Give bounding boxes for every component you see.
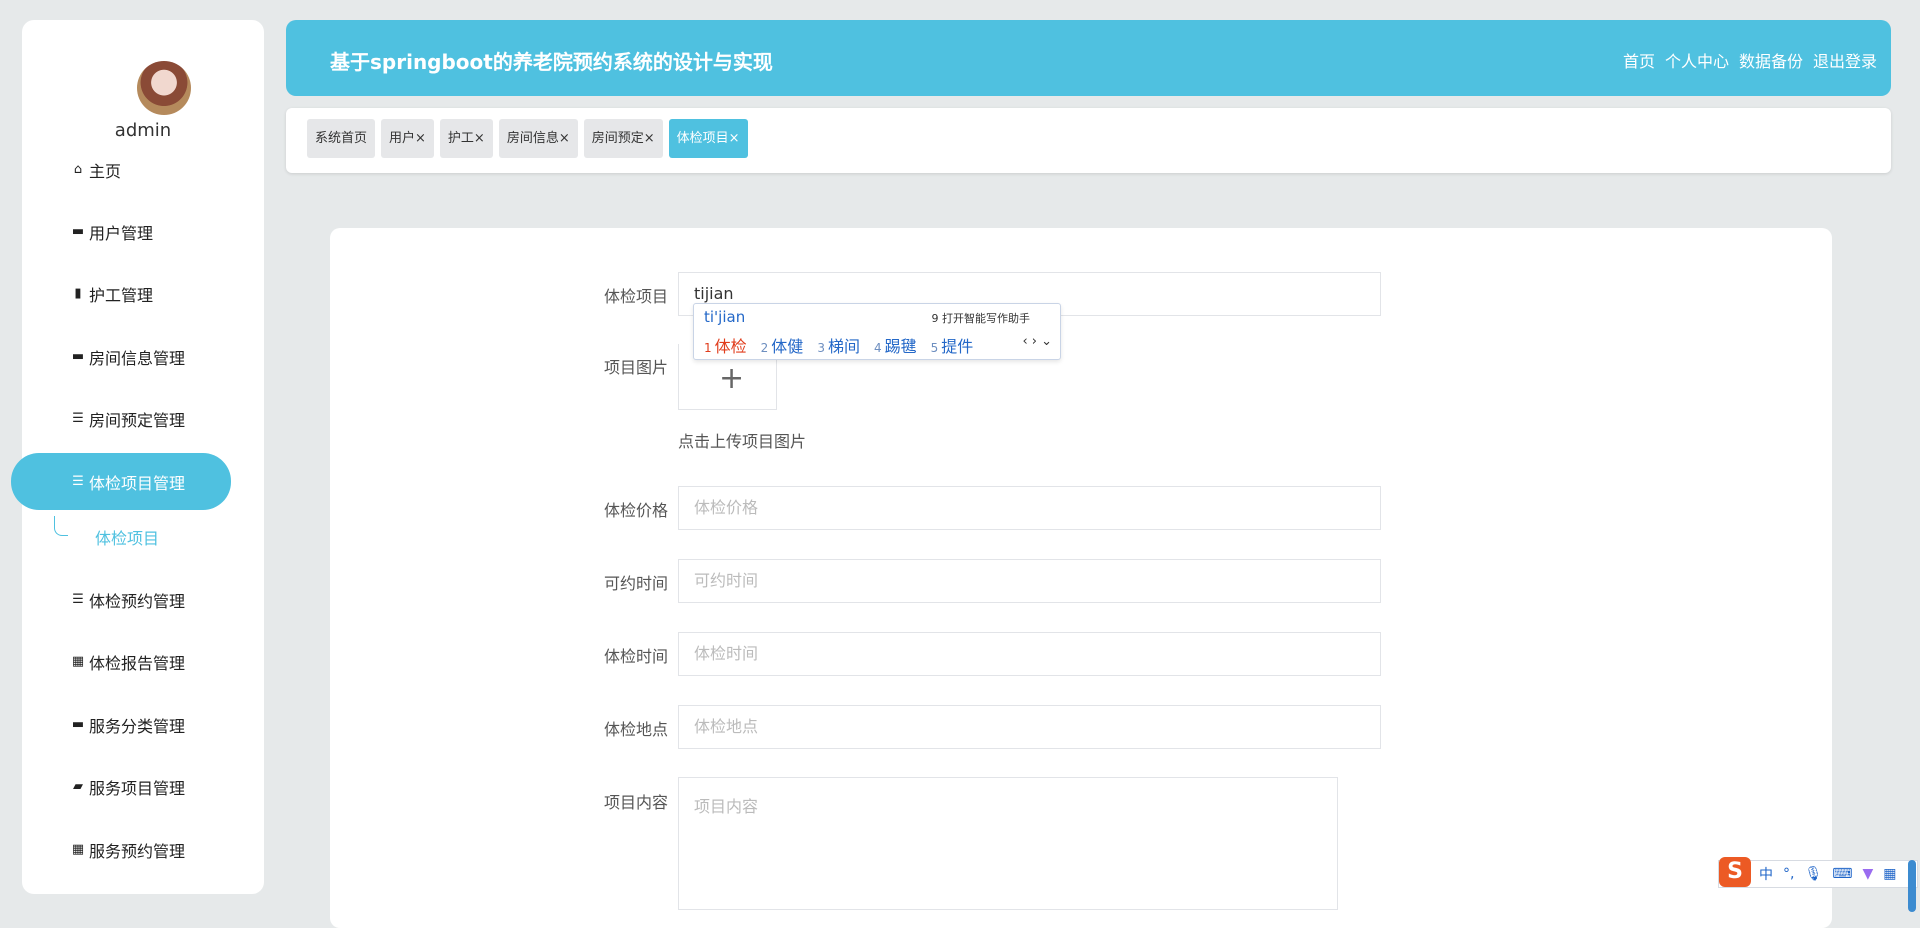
- avatar[interactable]: [137, 61, 191, 115]
- nav-backup[interactable]: 数据备份: [1739, 48, 1803, 72]
- tab-room-booking[interactable]: 房间预定×: [583, 119, 663, 158]
- grid-icon[interactable]: ▦: [1883, 866, 1896, 882]
- sidebar-item-2[interactable]: ▮ 护工管理: [5, 265, 253, 322]
- nav-profile[interactable]: 个人中心: [1665, 48, 1729, 72]
- ime-writing-assistant[interactable]: 9 打开智能写作助手: [932, 310, 1031, 326]
- briefcase-icon: ▬: [71, 223, 85, 239]
- header: 基于springboot的养老院预约系统的设计与实现 首页 个人中心 数据备份 …: [286, 20, 1891, 96]
- upload-hint: 点击上传项目图片: [678, 432, 807, 451]
- tab-users[interactable]: 用户×: [381, 119, 434, 158]
- label-price: 体检价格: [603, 501, 668, 520]
- sidebar-item-label: 体检报告管理: [89, 653, 186, 673]
- sidebar-item-label: 服务预约管理: [89, 841, 186, 861]
- sidebar-item-1[interactable]: ▬ 用户管理: [5, 203, 253, 260]
- plus-icon: +: [719, 361, 745, 396]
- tab-bar: 系统首页 用户× 护工× 房间信息× 房间预定× 体检项目×: [286, 108, 1891, 173]
- sidebar-item-label: 房间预定管理: [89, 410, 186, 430]
- inbox-icon: ▬: [71, 348, 85, 364]
- username: admin: [114, 120, 172, 141]
- sidebar-item-0[interactable]: ⌂ 主页: [5, 141, 253, 198]
- grid-icon: ▦: [71, 653, 85, 669]
- monitor-icon: ▬: [71, 716, 85, 732]
- home-icon: ⌂: [73, 161, 83, 177]
- sidebar-item-label: 服务分类管理: [89, 716, 186, 736]
- scrollbar[interactable]: [1908, 860, 1916, 912]
- wallet-icon: ▰: [73, 778, 83, 794]
- sidebar-item-label: 体检项目管理: [89, 473, 186, 493]
- sidebar-item-label: 护工管理: [89, 285, 154, 305]
- label-content: 项目内容: [603, 793, 668, 812]
- ime-candidate[interactable]: 3 梯间: [817, 333, 860, 357]
- ime-pinyin: ti'jian: [704, 308, 746, 326]
- ime-candidate[interactable]: 1 体检: [704, 333, 747, 357]
- nav-home[interactable]: 首页: [1623, 48, 1655, 72]
- sidebar-item-4[interactable]: ☰ 房间预定管理: [5, 390, 253, 447]
- sogou-logo-icon[interactable]: S: [1719, 857, 1751, 887]
- sidebar-item-9[interactable]: ▰ 服务项目管理: [5, 758, 253, 815]
- ime-candidate[interactable]: 4 踢毽: [874, 333, 917, 357]
- sidebar-item-label: 房间信息管理: [89, 348, 186, 368]
- submenu-item-exam-item[interactable]: 体检项目: [95, 525, 159, 549]
- sidebar-item-label: 主页: [89, 161, 122, 181]
- ime-punct-toggle[interactable]: °,: [1783, 866, 1794, 882]
- list-icon: ☰: [72, 473, 84, 489]
- submenu-connector: [54, 516, 68, 536]
- list-icon: ☰: [72, 591, 84, 607]
- tab-home[interactable]: 系统首页: [307, 119, 376, 158]
- exam-time-input[interactable]: 体检时间: [678, 632, 1381, 676]
- label-exam-item: 体检项目: [603, 287, 668, 306]
- sidebar-item-label: 体检预约管理: [89, 591, 186, 611]
- microphone-icon[interactable]: 🎙: [1804, 866, 1822, 882]
- ime-lang-toggle[interactable]: 中: [1759, 864, 1773, 884]
- tab-exam-items[interactable]: 体检项目×: [668, 119, 748, 158]
- app-title: 基于springboot的养老院预约系统的设计与实现: [330, 50, 773, 74]
- sidebar-item-label: 服务项目管理: [89, 778, 186, 798]
- sidebar-item-10[interactable]: ▦ 服务预约管理: [5, 821, 253, 878]
- sidebar-item-5[interactable]: ☰ 体检项目管理: [11, 453, 231, 510]
- sliders-icon: ☰: [72, 410, 84, 426]
- content-textarea[interactable]: 项目内容: [678, 777, 1338, 910]
- sidebar-item-8[interactable]: ▬ 服务分类管理: [5, 696, 253, 753]
- tab-caregivers[interactable]: 护工×: [439, 119, 493, 158]
- label-available-time: 可约时间: [603, 574, 668, 593]
- sidebar-item-3[interactable]: ▬ 房间信息管理: [5, 328, 253, 385]
- available-time-input[interactable]: 可约时间: [678, 559, 1381, 603]
- tab-room-info[interactable]: 房间信息×: [498, 119, 578, 158]
- nav-logout[interactable]: 退出登录: [1813, 48, 1877, 72]
- ime-candidate[interactable]: 5 提件: [931, 333, 974, 357]
- price-input[interactable]: 体检价格: [678, 486, 1381, 530]
- ime-candidate-popup: ti'jian 9 打开智能写作助手 1 体检 2 体健 3 梯间 4 踢毽 5 提件 ‹…: [693, 303, 1061, 360]
- sidebar-item-7[interactable]: ▦ 体检报告管理: [5, 633, 253, 690]
- ime-candidate[interactable]: 2 体健: [761, 333, 804, 357]
- location-input[interactable]: 体检地点: [678, 705, 1381, 749]
- top-nav: 首页 个人中心 数据备份 退出登录: [1623, 48, 1877, 72]
- sidebar-item-6[interactable]: ☰ 体检预约管理: [5, 571, 253, 628]
- skin-icon[interactable]: ▼: [1862, 866, 1873, 882]
- grid-icon: ▦: [71, 841, 85, 857]
- clipboard-icon: ▮: [74, 285, 82, 301]
- keyboard-icon[interactable]: ⌨: [1832, 866, 1852, 882]
- sidebar-item-label: 用户管理: [89, 223, 154, 243]
- ime-page-arrows[interactable]: ‹ › ⌄: [1022, 334, 1052, 349]
- label-exam-time: 体检时间: [603, 647, 668, 666]
- label-item-image: 项目图片: [603, 358, 668, 377]
- label-location: 体检地点: [603, 720, 668, 739]
